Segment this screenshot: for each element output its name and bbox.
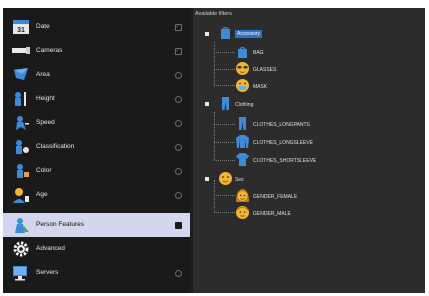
sidebar-item-label: Area — [36, 71, 50, 78]
radio[interactable] — [174, 119, 182, 127]
sex-icon — [219, 172, 232, 185]
sidebar-item-speed[interactable]: Speed — [3, 111, 190, 135]
clothing-icon — [222, 97, 229, 110]
tree-group-sex[interactable]: Sex — [193, 171, 425, 187]
expand-toggle[interactable] — [205, 177, 209, 181]
sidebar-item-area[interactable]: Area — [3, 63, 190, 87]
tree-group-accessory[interactable]: Accessory — [193, 26, 425, 42]
sidebar-item-label: Age — [36, 191, 48, 198]
sidebar-item-servers[interactable]: Servers — [3, 261, 190, 285]
tree-item-shortsleeve[interactable]: CLOTHES_SHORTSLEEVE — [193, 152, 425, 168]
sidebar-item-label: Advanced — [36, 245, 65, 252]
sidebar-item-height[interactable]: Height — [3, 87, 190, 111]
sidebar-item-date[interactable]: 31 Date ✓ — [3, 15, 190, 39]
speed-icon — [16, 116, 29, 130]
sidebar-item-age[interactable]: Age — [3, 183, 190, 207]
sidebar-item-label: Servers — [36, 269, 59, 276]
sidebar-item-person-features[interactable]: Person Features — [3, 213, 190, 237]
server-icon — [13, 266, 27, 281]
sidebar-item-label: Height — [36, 95, 55, 102]
tree-item-longsleeve[interactable]: CLOTHES_LONGSLEEVE — [193, 134, 425, 150]
sidebar-item-label: Date — [36, 23, 50, 30]
sidebar-item-label: Cameras — [36, 47, 63, 54]
person-features-icon — [15, 218, 29, 233]
tree-item-longpants[interactable]: CLOTHES_LONGPANTS — [193, 116, 425, 132]
radio[interactable] — [174, 71, 182, 79]
tree-item-label: GLASSES — [253, 67, 277, 73]
sidebar-item-label: Speed — [36, 119, 55, 126]
accessory-icon — [221, 26, 230, 39]
tree-item-bag[interactable]: BAG — [193, 44, 425, 60]
tree-item-mask[interactable]: MASK — [193, 78, 425, 94]
tree-item-label: CLOTHES_LONGSLEEVE — [253, 140, 314, 146]
tree-item-label: MASK — [253, 84, 268, 90]
tree-header: Available filters — [195, 11, 232, 17]
radio[interactable] — [174, 269, 182, 277]
male-icon — [236, 206, 249, 219]
sidebar-item-label: Person Features — [36, 221, 85, 228]
available-filters-tree: Available filters Accessory BAG GLASSES … — [193, 8, 425, 293]
color-icon — [17, 164, 29, 178]
radio[interactable] — [174, 95, 182, 103]
gear-icon — [13, 241, 29, 257]
sidebar-item-classification[interactable]: Classification — [3, 135, 190, 159]
expand-toggle[interactable] — [205, 32, 209, 36]
calendar-icon: 31 — [13, 20, 29, 34]
tree-group-clothing[interactable]: Clothing — [193, 96, 425, 112]
radio[interactable] — [174, 167, 182, 175]
shortsleeve-icon — [236, 153, 249, 166]
camera-icon — [12, 47, 30, 54]
radio[interactable] — [174, 191, 182, 199]
svg-text:31: 31 — [17, 27, 25, 34]
age-icon — [13, 188, 29, 203]
bag-icon — [238, 46, 247, 58]
tree-item-male[interactable]: GENDER_MALE — [193, 205, 425, 221]
checkbox[interactable]: ✓ — [174, 47, 182, 55]
longsleeve-icon — [236, 135, 249, 148]
female-icon — [236, 189, 249, 202]
tree-item-label: GENDER_FEMALE — [253, 194, 298, 200]
height-icon — [15, 92, 26, 106]
sidebar-item-label: Color — [36, 167, 52, 174]
sidebar-item-label: Classification — [36, 143, 75, 150]
filter-category-sidebar: 31 Date ✓ Cameras ✓ Area Height Speed Cl… — [3, 8, 190, 293]
tree-group-label: Clothing — [235, 102, 254, 108]
expand-toggle[interactable] — [205, 102, 209, 106]
area-icon — [14, 68, 28, 80]
tree-item-female[interactable]: GENDER_FEMALE — [193, 188, 425, 204]
mask-icon — [236, 79, 249, 92]
tree-group-label: Sex — [235, 177, 244, 183]
checkbox[interactable] — [174, 221, 182, 229]
tree-item-label: GENDER_MALE — [253, 211, 291, 217]
sidebar-item-advanced[interactable]: Advanced — [3, 237, 190, 261]
checkbox[interactable]: ✓ — [174, 23, 182, 31]
tree-item-label: CLOTHES_SHORTSLEEVE — [253, 158, 317, 164]
tree-item-label: CLOTHES_LONGPANTS — [253, 122, 310, 128]
filter-window: 31 Date ✓ Cameras ✓ Area Height Speed Cl… — [3, 8, 425, 293]
classification-icon — [16, 140, 29, 154]
longpants-icon — [239, 117, 246, 130]
radio[interactable] — [174, 143, 182, 151]
tree-item-glasses[interactable]: GLASSES — [193, 61, 425, 77]
sidebar-item-cameras[interactable]: Cameras ✓ — [3, 39, 190, 63]
tree-item-label: BAG — [253, 50, 264, 56]
glasses-icon — [236, 62, 249, 75]
tree-group-label: Accessory — [235, 30, 263, 38]
sidebar-item-color[interactable]: Color — [3, 159, 190, 183]
